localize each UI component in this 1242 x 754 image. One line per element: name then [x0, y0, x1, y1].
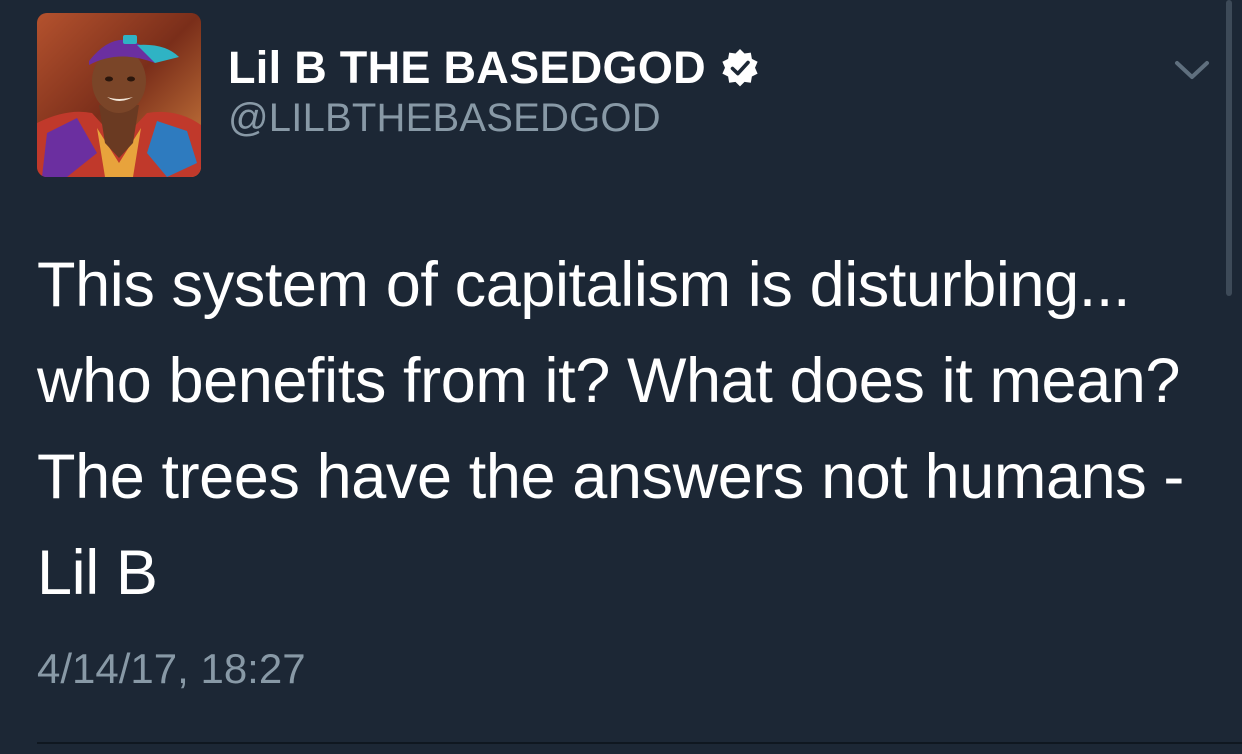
- scrollbar[interactable]: [1226, 0, 1232, 296]
- divider: [37, 742, 1242, 744]
- tweet-text-line: who benefits from it? What does it mean?: [37, 346, 1181, 416]
- verified-badge-icon: [720, 48, 760, 88]
- tweet-text-line: Lil B: [37, 538, 158, 608]
- author-name-row[interactable]: Lil B THE BASEDGOD: [228, 40, 760, 96]
- tweet-timestamp[interactable]: 4/14/17, 18:27: [37, 645, 306, 693]
- avatar[interactable]: [37, 13, 201, 177]
- author-handle[interactable]: @LILBTHEBASEDGOD: [228, 96, 661, 141]
- chevron-down-icon[interactable]: [1172, 54, 1212, 86]
- tweet-text: This system of capitalism is disturbing.…: [37, 237, 1217, 621]
- tweet-text-line: The trees have the answers not humans -: [37, 442, 1185, 512]
- avatar-image: [37, 13, 201, 177]
- author-display-name[interactable]: Lil B THE BASEDGOD: [228, 42, 706, 94]
- tweet-text-line: This system of capitalism is disturbing.…: [37, 250, 1131, 320]
